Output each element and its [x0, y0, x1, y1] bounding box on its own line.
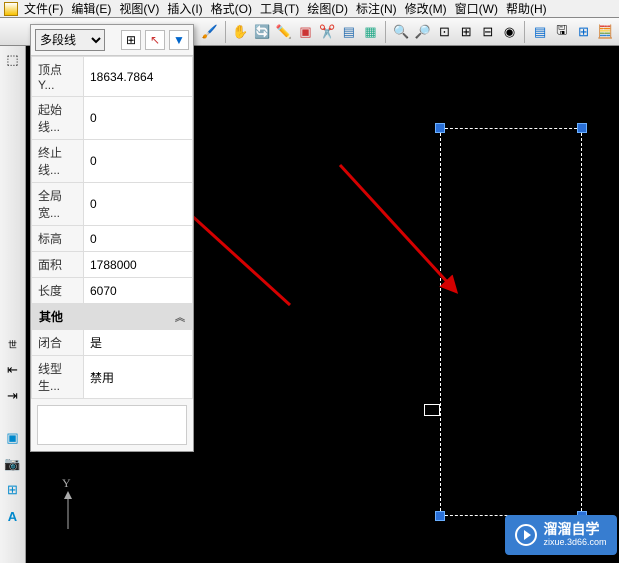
menu-view[interactable]: 视图(V)	[115, 0, 163, 17]
menu-draw[interactable]: 绘图(D)	[303, 0, 352, 17]
group-icon[interactable]: ▦	[361, 21, 381, 43]
selection-icon[interactable]: ⬚	[3, 50, 23, 70]
menu-file[interactable]: 文件(F)	[20, 0, 67, 17]
properties-table-other: 闭合是 线型生...禁用	[31, 329, 193, 399]
panel-header: 多段线 ⊞ ↖ ▼	[31, 25, 193, 56]
pencil-icon[interactable]: ✏️	[274, 21, 294, 43]
grip-bottom-left[interactable]	[435, 511, 445, 521]
world-icon[interactable]: 世	[3, 334, 23, 354]
ucs-icon: Y	[60, 476, 90, 535]
prop-row-closed[interactable]: 闭合是	[32, 330, 193, 356]
cut-icon[interactable]: ✂️	[317, 21, 337, 43]
match-properties-icon[interactable]: 🖌️	[200, 21, 220, 43]
zoom-all-icon[interactable]: ⊟	[478, 21, 498, 43]
menu-modify[interactable]: 修改(M)	[401, 0, 451, 17]
selection-rectangle	[440, 128, 582, 516]
play-icon	[515, 524, 537, 546]
menubar: 文件(F) 编辑(E) 视图(V) 插入(I) 格式(O) 工具(T) 绘图(D…	[0, 0, 619, 18]
calculator-icon[interactable]: 🧮	[595, 21, 615, 43]
menu-tools[interactable]: 工具(T)	[256, 0, 303, 17]
block-icon[interactable]: ▣	[296, 21, 316, 43]
watermark-url: zixue.3d66.com	[543, 538, 606, 548]
camera-icon[interactable]: 📷	[3, 454, 23, 474]
separator	[225, 21, 226, 43]
print-icon[interactable]: 🖫	[552, 21, 572, 43]
properties-table: 顶点 Y...18634.7864 起始线...0 终止线...0 全局宽...…	[31, 56, 193, 304]
filter-icon[interactable]: ▼	[169, 30, 189, 50]
quick-select-icon[interactable]: ⊞	[121, 30, 141, 50]
separator	[385, 21, 386, 43]
crop-icon[interactable]: ▣	[3, 428, 23, 448]
layers-icon[interactable]: ▤	[339, 21, 359, 43]
left-toolbar: ⬚ 世 ⇤ ⇥ ▣ 📷 ⊞ A	[0, 46, 26, 563]
watermark: 溜溜自学 zixue.3d66.com	[505, 515, 617, 555]
collapse-icon[interactable]: ⇤	[3, 360, 23, 380]
prop-row-elevation[interactable]: 标高0	[32, 226, 193, 252]
grid-icon[interactable]: ⊞	[3, 480, 23, 500]
ucs-y-label: Y	[62, 476, 90, 491]
prop-row-linetype-gen[interactable]: 线型生...禁用	[32, 356, 193, 399]
zoom-extents-icon[interactable]: ⊞	[456, 21, 476, 43]
panel-description-box	[37, 405, 187, 445]
rotate-icon[interactable]: 🔄	[252, 21, 272, 43]
object-type-selector[interactable]: 多段线	[35, 29, 105, 51]
view-icon[interactable]: ▤	[530, 21, 550, 43]
prop-row-area[interactable]: 面积1788000	[32, 252, 193, 278]
menu-dimension[interactable]: 标注(N)	[352, 0, 401, 17]
menu-format[interactable]: 格式(O)	[207, 0, 256, 17]
properties-panel: 多段线 ⊞ ↖ ▼ 顶点 Y...18634.7864 起始线...0 终止线.…	[30, 24, 194, 452]
menu-window[interactable]: 窗口(W)	[451, 0, 502, 17]
group-other-header[interactable]: 其他 ︽	[31, 304, 193, 329]
watermark-title: 溜溜自学	[543, 522, 606, 537]
table-icon[interactable]: ⊞	[574, 21, 594, 43]
expand-icon[interactable]: ⇥	[3, 386, 23, 406]
grip-top-left[interactable]	[435, 123, 445, 133]
cursor-pickbox	[424, 404, 440, 416]
zoom-previous-icon[interactable]: ◉	[500, 21, 520, 43]
zoom-in-icon[interactable]: 🔍	[391, 21, 411, 43]
app-icon	[4, 2, 18, 16]
prop-row-length[interactable]: 长度6070	[32, 278, 193, 304]
separator	[524, 21, 525, 43]
prop-row-start-line[interactable]: 起始线...0	[32, 97, 193, 140]
menu-insert[interactable]: 插入(I)	[163, 0, 206, 17]
prop-row-vertex-y[interactable]: 顶点 Y...18634.7864	[32, 57, 193, 97]
zoom-window-icon[interactable]: ⊡	[435, 21, 455, 43]
prop-row-global-width[interactable]: 全局宽...0	[32, 183, 193, 226]
menu-edit[interactable]: 编辑(E)	[67, 0, 115, 17]
select-objects-icon[interactable]: ↖	[145, 30, 165, 50]
menu-help[interactable]: 帮助(H)	[502, 0, 551, 17]
prop-row-end-line[interactable]: 终止线...0	[32, 140, 193, 183]
chevron-up-icon: ︽	[175, 309, 185, 324]
pan-icon[interactable]: ✋	[231, 21, 251, 43]
grip-top-right[interactable]	[577, 123, 587, 133]
zoom-out-icon[interactable]: 🔎	[413, 21, 433, 43]
text-icon[interactable]: A	[3, 506, 23, 526]
